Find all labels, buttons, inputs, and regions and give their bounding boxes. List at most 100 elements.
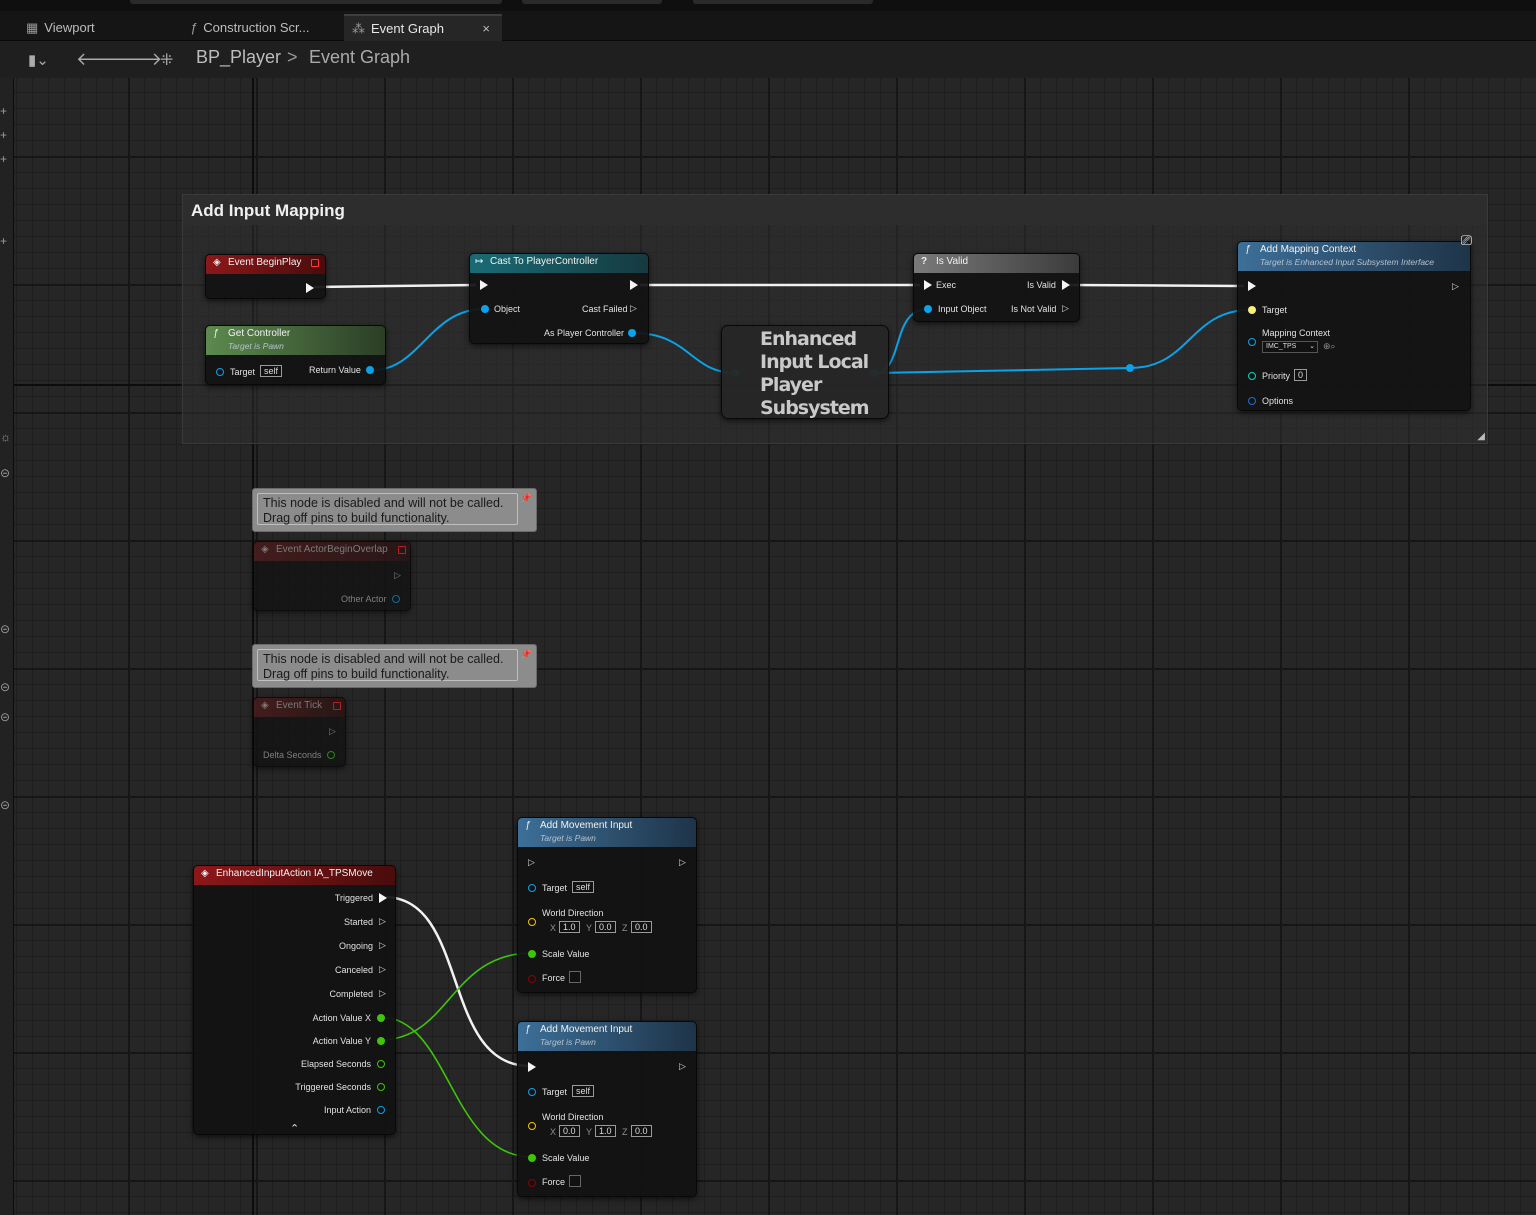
node-get-controller[interactable]: ƒ Get Controller Target is Pawn Target sel… xyxy=(205,325,386,385)
tab-construction-script[interactable]: ƒ Construction Scr... xyxy=(182,14,342,41)
input-action-pin[interactable] xyxy=(377,1106,385,1114)
exec-out-pin[interactable]: ▷ xyxy=(1452,281,1461,291)
node-is-valid[interactable]: ? Is Valid Exec Is Valid Input Object Is … xyxy=(913,253,1080,322)
delta-seconds-pin[interactable] xyxy=(327,751,335,759)
tab-viewport[interactable]: ▦ Viewport xyxy=(18,14,168,41)
exec-out-pin[interactable]: ▷ xyxy=(679,1061,688,1071)
exec-in-pin[interactable] xyxy=(924,280,932,290)
target-self-field[interactable]: self xyxy=(572,1085,595,1097)
target-pin[interactable] xyxy=(216,368,224,376)
graph-hierarchy-icon: ⁜ xyxy=(160,52,174,69)
mapping-context-dropdown[interactable]: IMC_TPS ⌄ xyxy=(1262,341,1318,353)
node-cast-to-playercontroller[interactable]: ↦ Cast To PlayerController Object Cast Fa… xyxy=(469,253,649,344)
function-icon: ƒ xyxy=(525,1024,531,1035)
options-pin[interactable] xyxy=(1248,397,1256,405)
exec-out-pin[interactable] xyxy=(306,283,314,293)
disabled-node-tooltip: This node is disabled and will not be ca… xyxy=(252,488,537,532)
collapse-chevron-icon[interactable]: ⌃ xyxy=(290,1122,299,1135)
force-pin[interactable] xyxy=(528,1179,536,1187)
event-icon: ◈ xyxy=(201,868,209,879)
target-self-field[interactable]: self xyxy=(260,365,283,377)
world-direction-pin[interactable] xyxy=(528,1122,536,1130)
scale-value-pin[interactable] xyxy=(528,950,536,958)
target-self-field[interactable]: self xyxy=(572,881,595,893)
input-object-pin[interactable] xyxy=(924,305,932,313)
scale-value-pin[interactable] xyxy=(528,1154,536,1162)
bookmark-icon[interactable]: ▮⌄ xyxy=(28,51,49,69)
node-enhanced-input-action[interactable]: ◈ EnhancedInputAction IA_TPSMove Triggere… xyxy=(193,865,396,1135)
as-player-controller-pin[interactable] xyxy=(628,329,636,337)
exec-in-pin[interactable] xyxy=(1248,281,1256,291)
exec-out-pin[interactable]: ▷ xyxy=(329,726,338,736)
window-top-strip xyxy=(0,0,1536,11)
triggered-seconds-pin[interactable] xyxy=(377,1083,385,1091)
breadcrumb-blueprint[interactable]: BP_Player xyxy=(196,47,281,68)
forward-arrow-icon[interactable]: 🡒 xyxy=(114,49,162,70)
breadcrumb-graph: Event Graph xyxy=(309,47,411,67)
other-actor-pin[interactable] xyxy=(392,595,400,603)
object-pin[interactable] xyxy=(481,305,489,313)
delegate-pin[interactable] xyxy=(311,259,319,267)
target-pin[interactable] xyxy=(528,884,536,892)
resize-grip-icon[interactable]: ◢ xyxy=(1477,431,1485,442)
mapping-context-pin[interactable] xyxy=(1248,338,1256,346)
exec-out-pin[interactable] xyxy=(630,280,638,290)
node-event-beginplay[interactable]: ◈ Event BeginPlay xyxy=(205,254,326,299)
graph-icon: ⁂ xyxy=(352,20,365,36)
direction-y-field[interactable]: 0.0 xyxy=(595,921,616,933)
pin-icon[interactable]: 📌 xyxy=(521,491,532,506)
target-pin[interactable] xyxy=(1248,306,1256,314)
force-pin[interactable] xyxy=(528,975,536,983)
node-add-mapping-context[interactable]: ƒ Add Mapping Context Target is Enhanced I… xyxy=(1237,232,1472,411)
is-valid-pin[interactable] xyxy=(1062,280,1070,290)
node-add-movement-input-2[interactable]: ƒ Add Movement Input Target is Pawn ▷ Targ… xyxy=(517,1021,697,1197)
close-icon[interactable]: × xyxy=(482,21,490,36)
triggered-exec-pin[interactable] xyxy=(379,893,387,903)
elapsed-seconds-pin[interactable] xyxy=(377,1060,385,1068)
node-event-actorbeginoverlap[interactable]: ◈ Event ActorBeginOverlap ▷ Other Actor xyxy=(253,541,411,611)
node-get-subsystem[interactable]: Enhanced Input Local Player Subsystem xyxy=(721,325,889,419)
exec-in-pin[interactable]: ▷ xyxy=(528,857,537,867)
exec-in-pin[interactable] xyxy=(480,280,488,290)
direction-x-field[interactable]: 0.0 xyxy=(559,1125,580,1137)
question-icon: ? xyxy=(921,256,928,267)
exec-out-pin[interactable]: ▷ xyxy=(394,570,403,580)
started-exec-pin[interactable]: ▷ xyxy=(379,916,388,926)
disabled-node-tooltip: This node is disabled and will not be ca… xyxy=(252,644,537,688)
chevron-down-icon: ⌄ xyxy=(1309,343,1315,350)
action-value-x-pin[interactable] xyxy=(377,1014,385,1022)
monitor-icon: ⎚ xyxy=(1460,232,1472,248)
gear-icon: ☼ xyxy=(0,430,11,444)
left-panel-edge: + + + + ☼ ⊝ ⊝ ⊝ ⊝ ⊝ xyxy=(0,78,14,1215)
delegate-pin[interactable] xyxy=(398,546,406,554)
node-event-tick[interactable]: ◈ Event Tick ▷ Delta Seconds xyxy=(253,697,346,767)
return-value-pin[interactable] xyxy=(366,366,374,374)
completed-exec-pin[interactable]: ▷ xyxy=(379,988,388,998)
comment-title[interactable]: Add Input Mapping xyxy=(183,195,1487,225)
direction-x-field[interactable]: 1.0 xyxy=(559,921,580,933)
node-add-movement-input-1[interactable]: ƒ Add Movement Input Target is Pawn ▷ ▷ Ta… xyxy=(517,817,697,993)
delegate-pin[interactable] xyxy=(333,702,341,710)
function-icon: ƒ xyxy=(1245,244,1251,255)
world-direction-pin[interactable] xyxy=(528,918,536,926)
exec-out-pin[interactable]: ▷ xyxy=(679,857,688,867)
target-pin[interactable] xyxy=(528,1088,536,1096)
grid-icon: ▦ xyxy=(26,19,39,35)
force-checkbox[interactable] xyxy=(569,1175,581,1187)
direction-z-field[interactable]: 0.0 xyxy=(631,921,652,933)
action-value-y-pin[interactable] xyxy=(377,1037,385,1045)
exec-in-pin[interactable] xyxy=(528,1062,536,1072)
blueprint-editor: ▦ Viewport ƒ Construction Scr... ⁂ Event Gr… xyxy=(0,0,1536,1215)
direction-z-field[interactable]: 0.0 xyxy=(631,1125,652,1137)
cast-failed-pin[interactable]: ▷ xyxy=(630,303,639,313)
browse-icon[interactable]: ⊕⌕ xyxy=(1323,341,1336,352)
ongoing-exec-pin[interactable]: ▷ xyxy=(379,940,388,950)
priority-field[interactable]: 0 xyxy=(1294,369,1308,381)
canceled-exec-pin[interactable]: ▷ xyxy=(379,964,388,974)
priority-pin[interactable] xyxy=(1248,372,1256,380)
direction-y-field[interactable]: 1.0 xyxy=(595,1125,616,1137)
pin-icon[interactable]: 📌 xyxy=(521,647,532,662)
force-checkbox[interactable] xyxy=(569,971,581,983)
is-not-valid-pin[interactable]: ▷ xyxy=(1062,303,1071,313)
tab-event-graph[interactable]: ⁂ Event Graph × xyxy=(344,14,502,41)
